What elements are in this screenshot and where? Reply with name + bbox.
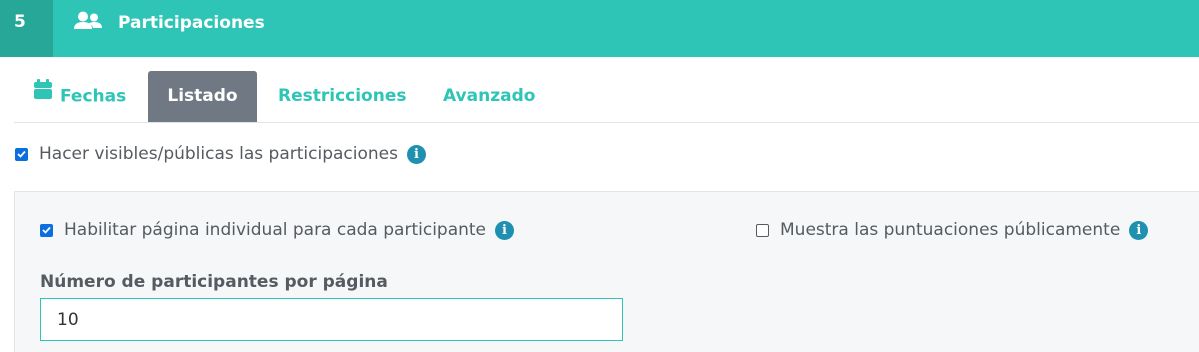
info-icon[interactable]: i — [406, 144, 426, 164]
tab-restricciones-label: Restricciones — [278, 86, 407, 106]
visible-public-option[interactable]: Hacer visibles/públicas las participacio… — [15, 144, 426, 164]
step-number: 5 — [0, 0, 53, 57]
show-scores-checkbox[interactable] — [756, 223, 769, 237]
visible-public-checkbox[interactable] — [15, 147, 28, 161]
section-title: Participaciones — [118, 13, 265, 33]
tab-avanzado[interactable]: Avanzado — [443, 71, 535, 122]
show-scores-option[interactable]: Muestra las puntuaciones públicamente i — [756, 220, 1149, 240]
tab-fechas[interactable]: Fechas — [34, 71, 126, 122]
per-page-input[interactable] — [40, 298, 623, 341]
individual-page-option[interactable]: Habilitar página individual para cada pa… — [40, 220, 515, 240]
individual-page-label: Habilitar página individual para cada pa… — [64, 220, 487, 240]
tab-fechas-label: Fechas — [60, 86, 127, 107]
section-header: 5 Participaciones — [0, 0, 1199, 57]
users-icon — [73, 11, 104, 33]
tab-avanzado-label: Avanzado — [443, 86, 536, 106]
tab-listado-label: Listado — [167, 86, 238, 106]
show-scores-label: Muestra las puntuaciones públicamente — [780, 220, 1121, 240]
info-icon[interactable]: i — [495, 220, 515, 240]
individual-page-checkbox[interactable] — [40, 223, 53, 237]
tab-restricciones[interactable]: Restricciones — [278, 71, 407, 122]
calendar-icon — [34, 69, 52, 120]
per-page-label: Número de participantes por página — [40, 272, 388, 292]
tab-bar: Fechas Listado Restricciones Avanzado — [14, 71, 1199, 123]
tab-listado[interactable]: Listado — [148, 71, 257, 122]
info-icon[interactable]: i — [1129, 220, 1149, 240]
visible-public-label: Hacer visibles/públicas las participacio… — [39, 144, 398, 164]
